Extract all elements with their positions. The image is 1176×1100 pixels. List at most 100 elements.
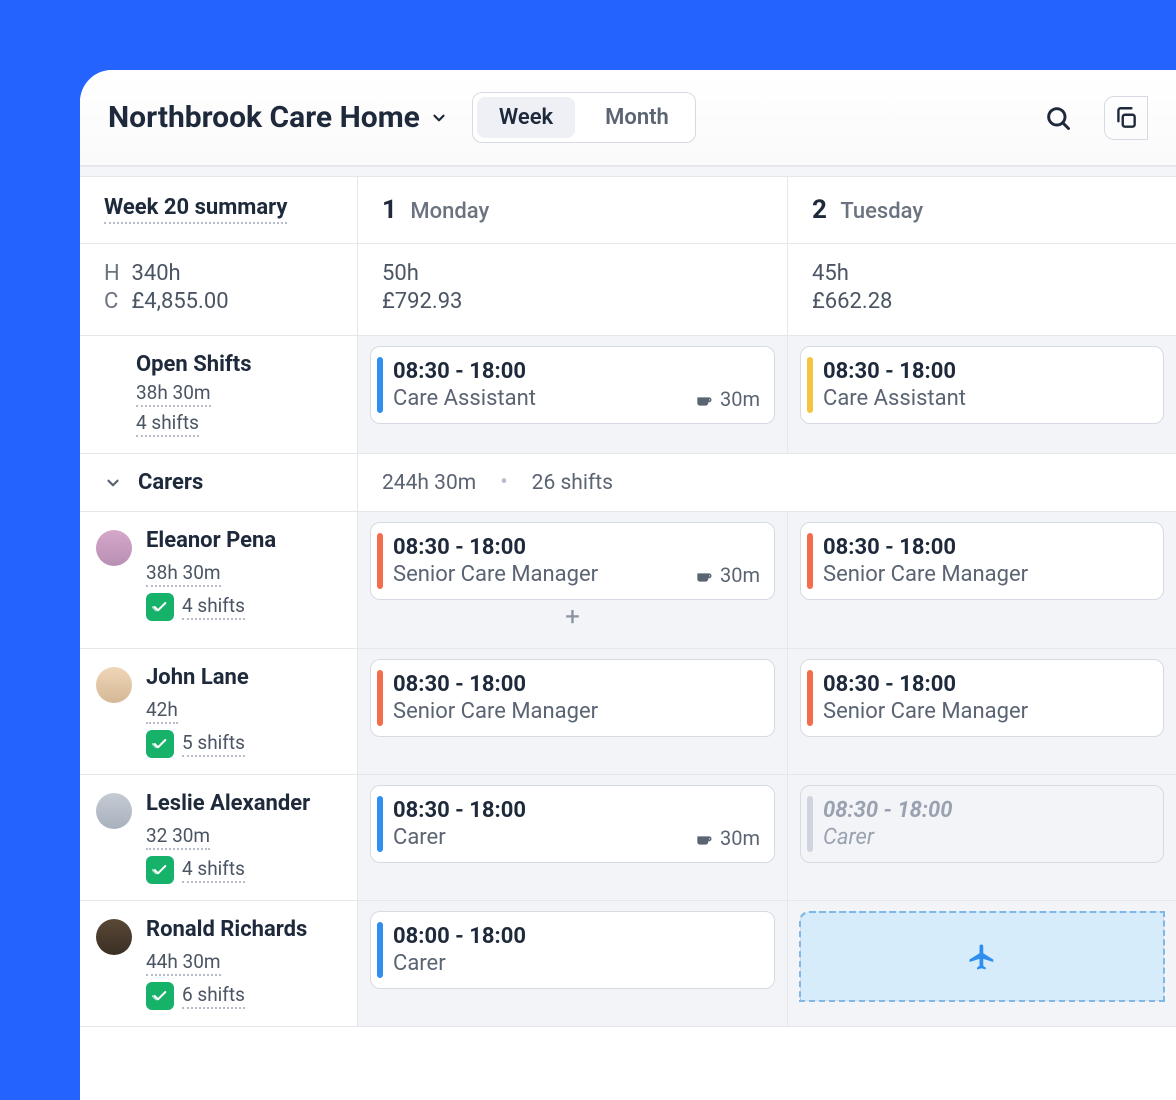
person-shifts: 4 shifts — [182, 594, 245, 620]
leave-card[interactable] — [800, 911, 1164, 1001]
copy-icon — [1113, 105, 1139, 131]
group-name: Carers — [138, 470, 203, 495]
person-duration: 32 30m — [146, 824, 210, 850]
view-toggle-week[interactable]: Week — [477, 97, 575, 138]
person-summary[interactable]: Ronald Richards 44h 30m 6 shifts — [80, 901, 358, 1026]
shift-color-bar — [807, 357, 813, 413]
day-number: 2 — [812, 195, 827, 225]
shift-card[interactable]: 08:30 - 18:00 Carer 30m — [370, 785, 775, 863]
shift-time: 08:30 - 18:00 — [393, 798, 758, 823]
person-summary[interactable]: Eleanor Pena 38h 30m 4 shifts — [80, 512, 358, 648]
week-summary-header[interactable]: Week 20 summary — [80, 177, 358, 243]
group-meta: 244h 30m • 26 shifts — [358, 454, 788, 511]
chevron-down-icon — [104, 474, 122, 492]
person-row: Ronald Richards 44h 30m 6 shifts 08:00 -… — [80, 901, 1176, 1027]
shift-cell: 08:30 - 18:00 Carer 30m — [358, 775, 788, 900]
open-shifts-count: 4 shifts — [136, 411, 199, 437]
shift-card[interactable]: 08:30 - 18:00 Senior Care Manager — [800, 522, 1164, 600]
day-totals-tuesday: 45h £662.28 — [788, 244, 1176, 335]
cost-label: C — [104, 289, 126, 314]
group-hours: 244h 30m — [382, 471, 476, 495]
open-shift-cell-tuesday: 08:30 - 18:00 Care Assistant — [788, 336, 1176, 453]
avatar — [96, 919, 132, 955]
avatar — [96, 530, 132, 566]
person-summary[interactable]: John Lane 42h 5 shifts — [80, 649, 358, 774]
shift-color-bar — [377, 533, 383, 589]
day-cost: £662.28 — [812, 289, 1152, 314]
shift-break: 30m — [694, 563, 760, 587]
group-toggle[interactable]: Carers — [80, 454, 358, 511]
week-header-row: Week 20 summary 1 Monday 2 Tuesday — [80, 176, 1176, 244]
shift-time: 08:30 - 18:00 — [393, 672, 758, 697]
person-row: Eleanor Pena 38h 30m 4 shifts 08:30 - 18… — [80, 512, 1176, 649]
shift-color-bar — [377, 922, 383, 978]
view-toggle: Week Month — [472, 92, 696, 143]
person-row: John Lane 42h 5 shifts 08:30 - 18:00 Sen… — [80, 649, 1176, 775]
person-shifts: 6 shifts — [182, 983, 245, 1009]
open-shifts-summary[interactable]: Open Shifts 38h 30m 4 shifts — [80, 336, 358, 453]
day-header-monday[interactable]: 1 Monday — [358, 177, 788, 243]
copy-button[interactable] — [1104, 96, 1148, 140]
week-hours: 340h — [131, 261, 180, 286]
shift-time: 08:00 - 18:00 — [393, 924, 758, 949]
open-shifts-row: Open Shifts 38h 30m 4 shifts 08:30 - 18:… — [80, 336, 1176, 454]
open-shifts-title: Open Shifts — [136, 352, 343, 377]
shift-color-bar — [377, 670, 383, 726]
shift-color-bar — [807, 533, 813, 589]
week-cost: £4,855.00 — [131, 289, 228, 314]
avatar — [96, 667, 132, 703]
shift-color-bar — [377, 796, 383, 852]
shift-cell: 08:30 - 18:00 Carer — [788, 775, 1176, 900]
day-totals-monday: 50h £792.93 — [358, 244, 788, 335]
shift-cell — [788, 901, 1176, 1026]
shift-cell: 08:30 - 18:00 Senior Care Manager — [788, 649, 1176, 774]
person-name: Eleanor Pena — [146, 528, 276, 553]
shift-role: Carer — [823, 825, 1147, 850]
group-shifts: 26 shifts — [532, 471, 613, 495]
shift-time: 08:30 - 18:00 — [393, 359, 758, 384]
search-button[interactable] — [1036, 96, 1080, 140]
shift-time: 08:30 - 18:00 — [823, 535, 1147, 560]
separator-dot: • — [492, 470, 515, 495]
shift-card[interactable]: 08:30 - 18:00 Care Assistant — [800, 346, 1164, 424]
avatar — [96, 793, 132, 829]
shift-cell: 08:30 - 18:00 Senior Care Manager — [788, 512, 1176, 648]
shift-cell: 08:00 - 18:00 Carer — [358, 901, 788, 1026]
add-shift-button[interactable]: + — [370, 600, 775, 638]
break-duration: 30m — [720, 563, 760, 587]
person-row: Leslie Alexander 32 30m 4 shifts 08:30 -… — [80, 775, 1176, 901]
shift-time: 08:30 - 18:00 — [823, 359, 1147, 384]
person-shifts: 4 shifts — [182, 857, 245, 883]
group-header-row: Carers 244h 30m • 26 shifts — [80, 454, 1176, 512]
view-toggle-month[interactable]: Month — [579, 93, 695, 142]
shift-card[interactable]: 08:30 - 18:00 Senior Care Manager — [800, 659, 1164, 737]
week-summary-label: Week 20 summary — [104, 195, 287, 224]
shift-time: 08:30 - 18:00 — [823, 672, 1147, 697]
day-header-tuesday[interactable]: 2 Tuesday — [788, 177, 1176, 243]
shift-card[interactable]: 08:30 - 18:00 Care Assistant 30m — [370, 346, 775, 424]
break-duration: 30m — [720, 387, 760, 411]
shift-break: 30m — [694, 826, 760, 850]
check-badge — [146, 982, 174, 1010]
shift-role: Senior Care Manager — [823, 562, 1147, 587]
coffee-icon — [694, 828, 714, 848]
location-selector[interactable]: Northbrook Care Home — [108, 100, 448, 135]
hours-label: H — [104, 261, 126, 286]
day-name: Monday — [410, 199, 489, 224]
shift-time: 08:30 - 18:00 — [393, 535, 758, 560]
app-window: Northbrook Care Home Week Month Week 20 … — [80, 70, 1176, 1100]
shift-color-bar — [377, 357, 383, 413]
shift-role: Care Assistant — [823, 386, 1147, 411]
person-summary[interactable]: Leslie Alexander 32 30m 4 shifts — [80, 775, 358, 900]
coffee-icon — [694, 565, 714, 585]
shift-cell: 08:30 - 18:00 Senior Care Manager — [358, 649, 788, 774]
spacer-strip — [80, 166, 1176, 176]
shift-card-ghost[interactable]: 08:30 - 18:00 Carer — [800, 785, 1164, 863]
shift-card[interactable]: 08:30 - 18:00 Senior Care Manager — [370, 659, 775, 737]
shift-cell: 08:30 - 18:00 Senior Care Manager 30m + — [358, 512, 788, 648]
page-title: Northbrook Care Home — [108, 100, 420, 135]
shift-card[interactable]: 08:30 - 18:00 Senior Care Manager 30m — [370, 522, 775, 600]
shift-role: Senior Care Manager — [823, 699, 1147, 724]
person-shifts: 5 shifts — [182, 731, 245, 757]
shift-card[interactable]: 08:00 - 18:00 Carer — [370, 911, 775, 989]
